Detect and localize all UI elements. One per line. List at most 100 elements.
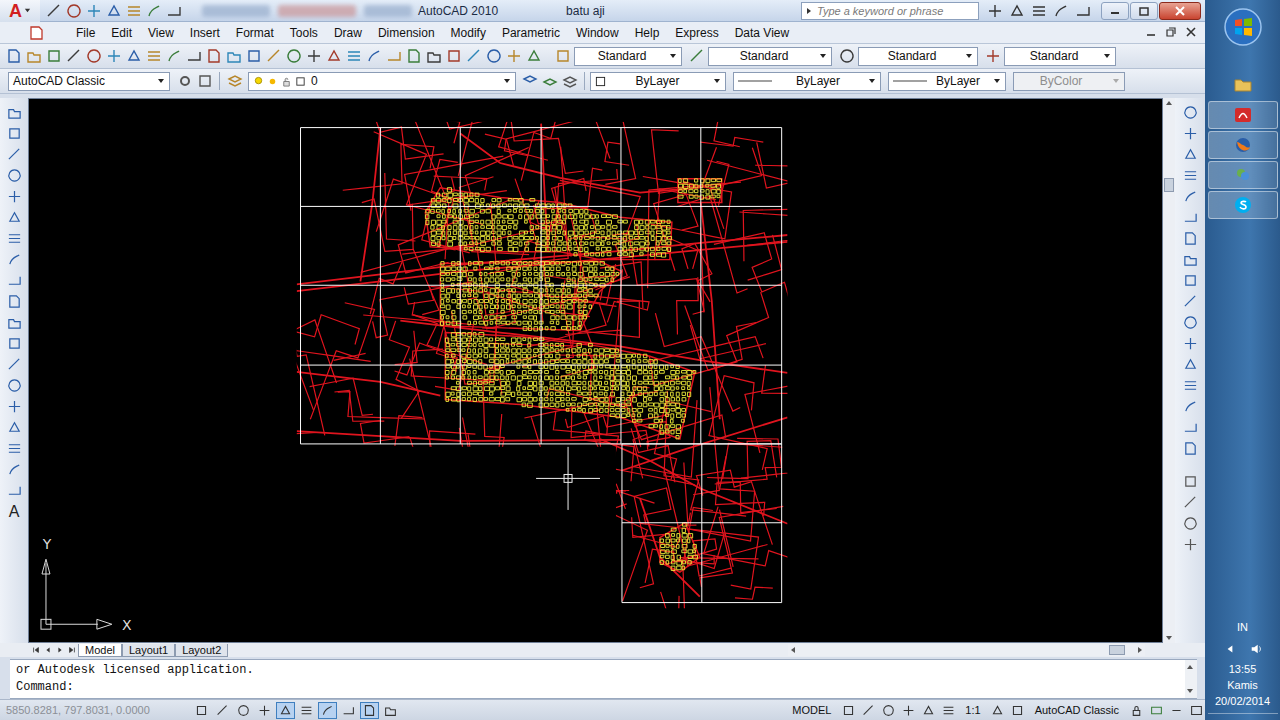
quick-access-icon[interactable] (86, 3, 102, 19)
draw-tool-icon[interactable] (6, 461, 23, 478)
toolbar-icon[interactable] (204, 47, 223, 66)
isolate-objects-icon[interactable] (1167, 702, 1185, 719)
auto-scale-icon[interactable] (1009, 702, 1027, 719)
style-icon[interactable] (837, 47, 856, 66)
layout-tab[interactable]: Layout2 (175, 644, 228, 657)
workspace-settings-icon[interactable] (195, 72, 214, 91)
model-space-button[interactable]: MODEL (786, 704, 837, 716)
modify-tool-icon[interactable] (1182, 293, 1199, 310)
last-tab-button[interactable] (66, 644, 78, 656)
toolbar-icon[interactable] (484, 47, 503, 66)
status-icon[interactable] (839, 702, 857, 719)
previous-tab-button[interactable] (42, 644, 54, 656)
menu-item[interactable]: File (68, 24, 103, 42)
menu-item[interactable]: Express (667, 24, 726, 42)
layer-previous-icon[interactable] (540, 72, 559, 91)
toolbar-icon[interactable] (344, 47, 363, 66)
gear-icon[interactable] (175, 72, 194, 91)
draw-tool-icon[interactable] (6, 335, 23, 352)
document-restore-button[interactable] (1165, 26, 1179, 40)
horizontal-scrollbar[interactable] (788, 644, 1145, 656)
infocenter-icon[interactable] (1053, 3, 1069, 19)
draw-order-icon[interactable] (1182, 515, 1199, 532)
modify-tool-icon[interactable] (1182, 251, 1199, 268)
toolbar-icon[interactable] (164, 47, 183, 66)
toolbar-icon[interactable] (64, 47, 83, 66)
toolbar-icon[interactable] (424, 47, 443, 66)
drafting-toggle-button[interactable] (276, 702, 295, 719)
toolbar-icon[interactable] (444, 47, 463, 66)
command-scrollbar[interactable] (1185, 660, 1197, 698)
style-icon[interactable] (687, 47, 706, 66)
scroll-thumb[interactable] (1164, 178, 1174, 192)
toolbar-icon[interactable] (124, 47, 143, 66)
draw-tool-icon[interactable] (6, 188, 23, 205)
status-icon[interactable] (899, 702, 917, 719)
toolbar-icon[interactable] (284, 47, 303, 66)
speaker-icon[interactable] (1250, 643, 1262, 655)
modify-tool-icon[interactable] (1182, 125, 1199, 142)
draw-order-icon[interactable] (1182, 473, 1199, 490)
toolbar-icon[interactable] (104, 47, 123, 66)
menu-item[interactable]: Help (627, 24, 668, 42)
lock-icon[interactable] (1127, 702, 1145, 719)
draw-tool-icon[interactable] (6, 146, 23, 163)
drawing-canvas[interactable]: YX (28, 98, 1163, 643)
drafting-toggle-button[interactable] (234, 702, 253, 719)
layer-properties-icon[interactable] (225, 72, 244, 91)
clock[interactable]: 13:55Kamis20/02/2014 (1215, 661, 1270, 709)
drafting-toggle-button[interactable] (339, 702, 358, 719)
infocenter-icon[interactable] (1009, 3, 1025, 19)
menu-item[interactable]: View (140, 24, 182, 42)
toolbar-icon[interactable] (4, 47, 23, 66)
toolbar-icon[interactable] (504, 47, 523, 66)
draw-tool-icon[interactable] (6, 104, 23, 121)
toolbar-icon[interactable] (44, 47, 63, 66)
draw-tool-icon[interactable] (6, 314, 23, 331)
toolbar-icon[interactable] (404, 47, 423, 66)
status-icon[interactable] (859, 702, 877, 719)
status-icon[interactable] (939, 702, 957, 719)
modify-tool-icon[interactable] (1182, 335, 1199, 352)
document-minimize-button[interactable] (1145, 26, 1159, 40)
toolbar-icon[interactable] (464, 47, 483, 66)
draw-tool-icon[interactable] (6, 293, 23, 310)
annotation-scale[interactable]: 1:1 (959, 704, 986, 716)
draw-order-icon[interactable] (1182, 536, 1199, 553)
coordinates-display[interactable]: 5850.8281, 797.8031, 0.0000 (0, 704, 190, 716)
layout-tab[interactable]: Model (78, 644, 122, 657)
toolbar-icon[interactable] (24, 47, 43, 66)
scroll-thumb[interactable] (1109, 645, 1125, 655)
draw-tool-icon[interactable] (6, 440, 23, 457)
draw-tool-icon[interactable] (6, 167, 23, 184)
draw-tool-icon[interactable] (6, 419, 23, 436)
menu-item[interactable]: Tools (282, 24, 326, 42)
toolbar-icon[interactable] (364, 47, 383, 66)
make-current-layer-icon[interactable] (520, 72, 539, 91)
draw-tool-icon[interactable] (6, 272, 23, 289)
scroll-up-icon[interactable] (1164, 98, 1174, 108)
style-icon[interactable] (983, 47, 1002, 66)
drafting-toggle-button[interactable] (381, 702, 400, 719)
draw-order-icon[interactable] (1182, 494, 1199, 511)
show-desktop-button[interactable] (1208, 713, 1278, 720)
menu-item[interactable]: Window (568, 24, 627, 42)
status-icon[interactable] (919, 702, 937, 719)
drafting-toggle-button[interactable] (255, 702, 274, 719)
scroll-up-icon[interactable] (1185, 662, 1195, 672)
quick-access-icon[interactable] (106, 3, 122, 19)
modify-tool-icon[interactable] (1182, 314, 1199, 331)
layer-state-icon[interactable] (560, 72, 579, 91)
menu-item[interactable]: Edit (103, 24, 140, 42)
show-hidden-icons-icon[interactable] (1224, 643, 1236, 655)
toolbar-icon[interactable] (524, 47, 543, 66)
taskbar-button[interactable] (1208, 161, 1278, 189)
modify-tool-icon[interactable] (1182, 377, 1199, 394)
quick-access-icon[interactable] (126, 3, 142, 19)
modify-tool-icon[interactable] (1182, 167, 1199, 184)
modify-tool-icon[interactable] (1182, 440, 1199, 457)
layout-tab[interactable]: Layout1 (122, 644, 175, 657)
quick-access-icon[interactable] (166, 3, 182, 19)
infocenter-icon[interactable] (987, 3, 1003, 19)
drafting-toggle-button[interactable] (213, 702, 232, 719)
